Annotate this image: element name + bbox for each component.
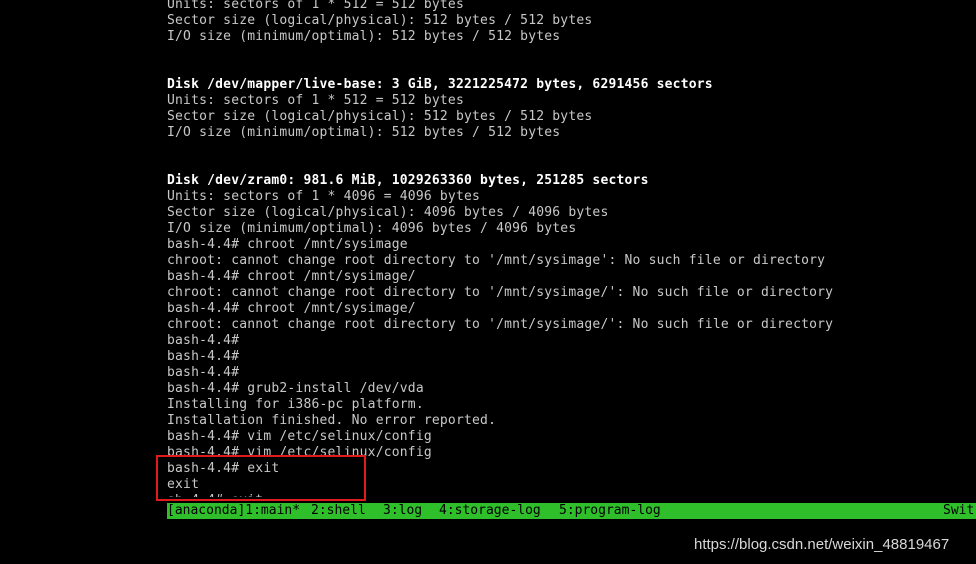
terminal-line: Units: sectors of 1 * 512 = 512 bytes <box>167 0 464 12</box>
terminal-line: Installation finished. No error reported… <box>167 413 497 428</box>
terminal-line: I/O size (minimum/optimal): 512 bytes / … <box>167 125 561 140</box>
status-bar-window-tab: [anaconda]1:main* <box>167 503 301 518</box>
status-bar-window-tab: 2:shell <box>311 503 366 518</box>
status-bar-window-tab: Swit <box>943 503 975 518</box>
terminal-line: Disk /dev/mapper/live-base: 3 GiB, 32212… <box>167 77 713 92</box>
terminal-line: bash-4.4# chroot /mnt/sysimage <box>167 237 408 252</box>
terminal-line: bash-4.4# vim /etc/selinux/config <box>167 429 432 444</box>
status-bar-window-tab: 5:program-log <box>559 503 661 518</box>
terminal-line: Units: sectors of 1 * 4096 = 4096 bytes <box>167 189 481 204</box>
terminal-line: bash-4.4# <box>167 349 240 364</box>
terminal-line: Installing for i386-pc platform. <box>167 397 424 412</box>
terminal-line: Sector size (logical/physical): 4096 byt… <box>167 205 609 220</box>
terminal-line: bash-4.4# <box>167 333 240 348</box>
status-bar-window-tab: 3:log <box>383 503 423 518</box>
status-bar-window-tab: 4:storage-log <box>439 503 541 518</box>
terminal-line: bash-4.4# chroot /mnt/sysimage/ <box>167 269 416 284</box>
terminal-line: Units: sectors of 1 * 512 = 512 bytes <box>167 93 464 108</box>
tmux-status-bar: [anaconda]1:main* 2:shell 3:log 4:storage-l… <box>167 503 976 519</box>
highlight-box <box>156 455 366 501</box>
terminal-line: I/O size (minimum/optimal): 512 bytes / … <box>167 29 561 44</box>
terminal-line: Disk /dev/zram0: 981.6 MiB, 1029263360 b… <box>167 173 649 188</box>
terminal-line: Sector size (logical/physical): 512 byte… <box>167 109 593 124</box>
terminal-line: Sector size (logical/physical): 512 byte… <box>167 13 593 28</box>
terminal-line: bash-4.4# grub2-install /dev/vda <box>167 381 424 396</box>
terminal-line: chroot: cannot change root directory to … <box>167 253 826 268</box>
terminal-line: bash-4.4# chroot /mnt/sysimage/ <box>167 301 416 316</box>
terminal-line: chroot: cannot change root directory to … <box>167 285 834 300</box>
watermark: https://blog.csdn.net/weixin_48819467 <box>694 536 950 553</box>
terminal-line: bash-4.4# <box>167 365 240 380</box>
terminal-line: chroot: cannot change root directory to … <box>167 317 834 332</box>
terminal-line: I/O size (minimum/optimal): 4096 bytes /… <box>167 221 577 236</box>
terminal-output: Units: sectors of 1 * 512 = 512 bytes Sec… <box>167 0 976 497</box>
